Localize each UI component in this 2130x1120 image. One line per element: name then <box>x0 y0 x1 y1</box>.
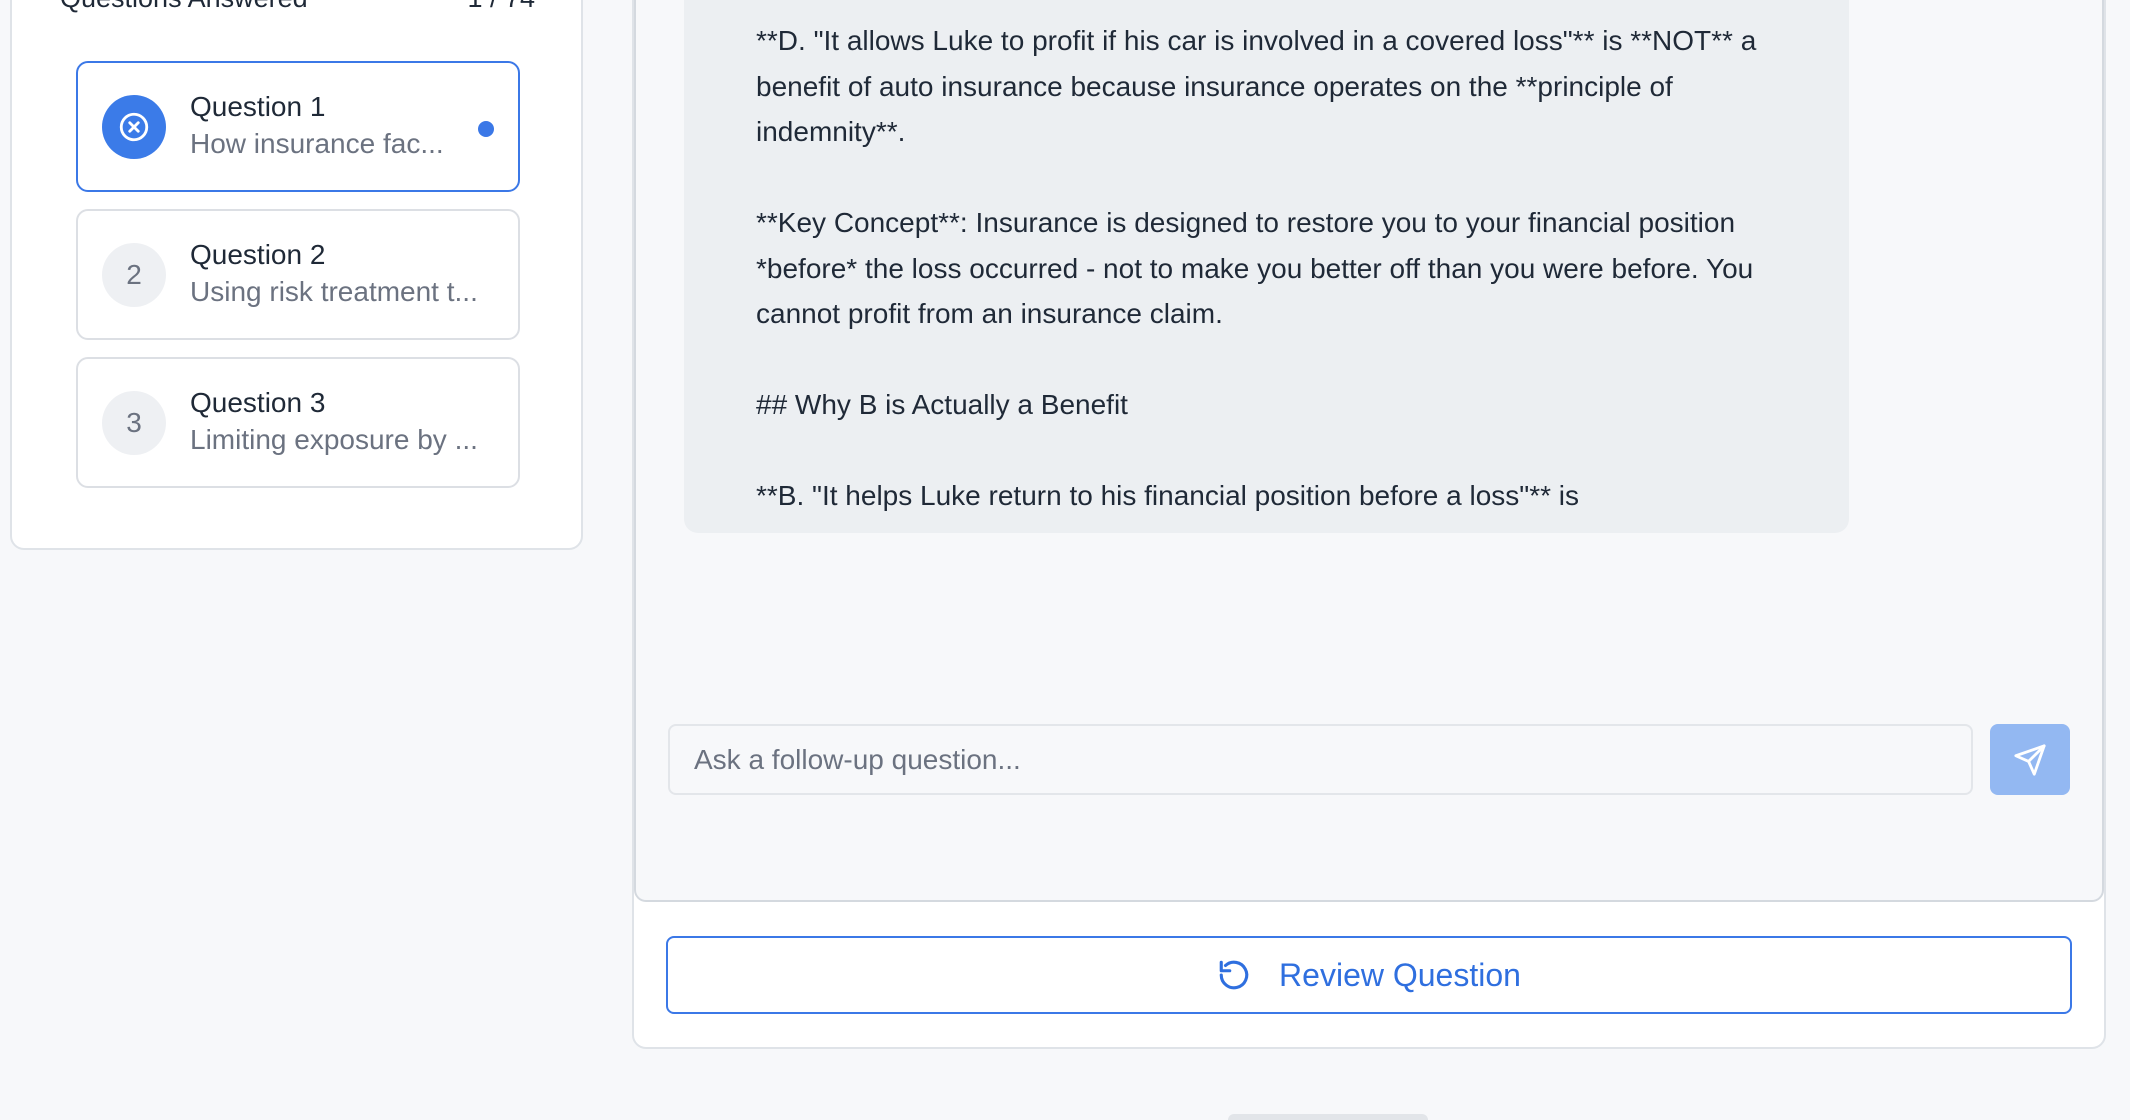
question-preview: Using risk treatment t... <box>190 276 478 307</box>
progress-label: Questions Answered <box>60 0 308 12</box>
follow-up-input[interactable] <box>668 724 1973 795</box>
question-preview: How insurance fac... <box>190 128 444 159</box>
message-paragraph: **D. "It allows Luke to profit if his ca… <box>756 25 1757 147</box>
question-item-3[interactable]: 3 Question 3 Limiting exposure by ... <box>76 357 520 488</box>
question-title: Question 1 <box>190 91 326 122</box>
current-question-dot <box>478 121 494 137</box>
message-paragraph: **B. "It helps Luke return to his financ… <box>756 480 1579 511</box>
question-title: Question 2 <box>190 239 326 270</box>
question-number-badge: 2 <box>102 243 166 307</box>
x-circle-icon <box>102 95 166 159</box>
question-preview: Limiting exposure by ... <box>190 424 478 455</box>
question-sidebar: Questions Answered 1 / 74 Question 1 How… <box>10 0 583 550</box>
bottom-edge-element <box>1228 1114 1428 1120</box>
assistant-message: **D. "It allows Luke to profit if his ca… <box>684 0 1849 533</box>
progress-value: 1 / 74 <box>467 0 535 12</box>
question-title: Question 3 <box>190 387 326 418</box>
message-paragraph: **Key Concept**: Insurance is designed t… <box>756 207 1754 329</box>
review-question-label: Review Question <box>1279 956 1521 993</box>
question-number-badge: 3 <box>102 391 166 455</box>
rotate-ccw-icon <box>1217 958 1251 992</box>
review-question-button[interactable]: Review Question <box>666 936 2072 1014</box>
send-icon <box>2013 743 2047 777</box>
question-item-1[interactable]: Question 1 How insurance fac... <box>76 61 520 192</box>
message-paragraph: ## Why B is Actually a Benefit <box>756 389 1128 420</box>
question-item-2[interactable]: 2 Question 2 Using risk treatment t... <box>76 209 520 340</box>
progress-row: Questions Answered 1 / 74 <box>60 0 535 12</box>
send-button[interactable] <box>1990 724 2070 795</box>
